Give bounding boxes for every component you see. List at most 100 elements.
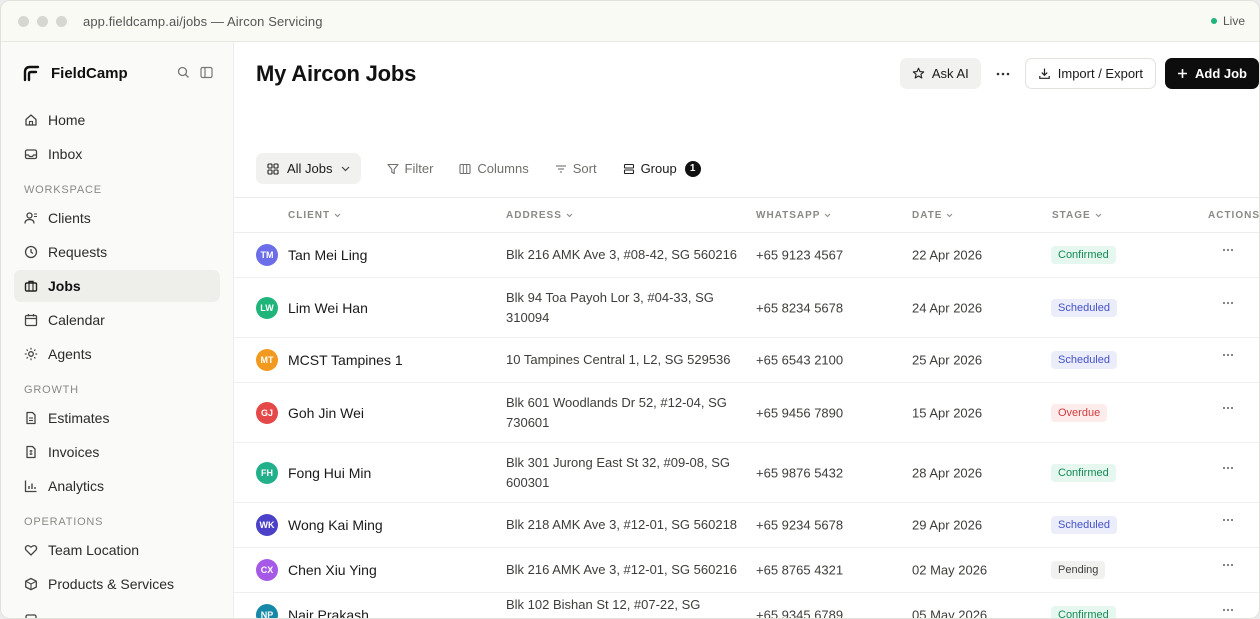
whatsapp-cell[interactable]: +65 9123 4567 xyxy=(756,248,843,263)
heart-icon xyxy=(24,543,38,557)
whatsapp-cell[interactable]: +65 6543 2100 xyxy=(756,353,843,368)
sidebar-item-calendar[interactable]: Calendar xyxy=(14,304,220,336)
box-icon xyxy=(24,577,38,591)
row-actions-button[interactable] xyxy=(1222,397,1234,415)
more-horizontal-icon xyxy=(1222,608,1234,612)
page-title: My Aircon Jobs xyxy=(256,61,417,86)
sidebar-item-jobs[interactable]: Jobs xyxy=(14,270,220,302)
sidebar-toggle-icon[interactable] xyxy=(200,66,213,79)
import-export-button[interactable]: Import / Export xyxy=(1024,58,1156,89)
sidebar-item-label: Inbox xyxy=(48,146,83,162)
sidebar-item-label: Clients xyxy=(48,210,91,226)
client-name[interactable]: Tan Mei Ling xyxy=(288,247,367,263)
sidebar-item-products-services[interactable]: Products & Services xyxy=(14,568,220,600)
avatar: FH xyxy=(256,461,278,484)
table-row[interactable]: TM Tan Mei Ling Blk 216 AMK Ave 3, #08-42,… xyxy=(234,233,1259,278)
ask-ai-button[interactable]: Ask AI xyxy=(899,58,981,89)
whatsapp-cell[interactable]: +65 9345 6789 xyxy=(756,608,843,619)
column-header-date[interactable]: DATE xyxy=(912,210,953,221)
more-horizontal-icon xyxy=(1222,353,1234,357)
add-job-label: Add Job xyxy=(1195,66,1247,81)
sidebar-item-partial[interactable] xyxy=(14,604,220,618)
row-actions-button[interactable] xyxy=(1222,239,1234,257)
columns-button[interactable]: Columns xyxy=(459,161,529,176)
sidebar-item-team-location[interactable]: Team Location xyxy=(14,534,220,566)
sidebar-item-estimates[interactable]: Estimates xyxy=(14,402,220,434)
client-name[interactable]: MCST Tampines 1 xyxy=(288,352,403,368)
sidebar-item-label: Estimates xyxy=(48,410,110,426)
row-actions-button[interactable] xyxy=(1222,554,1234,572)
whatsapp-cell[interactable]: +65 9876 5432 xyxy=(756,465,843,480)
sort-button[interactable]: Sort xyxy=(555,161,597,176)
row-actions-button[interactable] xyxy=(1222,457,1234,475)
maximize-window-button[interactable] xyxy=(56,15,67,27)
group-icon xyxy=(623,163,634,174)
whatsapp-cell[interactable]: +65 8765 4321 xyxy=(756,563,843,578)
minimize-window-button[interactable] xyxy=(37,15,48,27)
sidebar-item-invoices[interactable]: Invoices xyxy=(14,436,220,468)
client-name[interactable]: Lim Wei Han xyxy=(288,300,368,316)
chevron-down-icon xyxy=(947,213,953,218)
client-name[interactable]: Fong Hui Min xyxy=(288,465,371,481)
avatar: MT xyxy=(256,349,278,371)
sidebar-item-clients[interactable]: Clients xyxy=(14,202,220,234)
row-actions-button[interactable] xyxy=(1222,509,1234,527)
sidebar-item-home[interactable]: Home xyxy=(14,104,220,136)
table-row[interactable]: LW Lim Wei Han Blk 94 Toa Payoh Lor 3, #04… xyxy=(234,278,1259,338)
table-row[interactable]: WK Wong Kai Ming Blk 218 AMK Ave 3, #12-01… xyxy=(234,503,1259,548)
status-badge: Scheduled xyxy=(1051,351,1117,369)
client-name[interactable]: Wong Kai Ming xyxy=(288,517,383,533)
all-jobs-view-select[interactable]: All Jobs xyxy=(256,153,361,184)
address-cell: 10 Tampines Central 1, L2, SG 529536 xyxy=(506,352,731,367)
live-dot-icon xyxy=(1210,18,1217,24)
whatsapp-cell[interactable]: +65 9234 5678 xyxy=(756,518,843,533)
whatsapp-cell[interactable]: +65 9456 7890 xyxy=(756,405,843,420)
column-header-stage[interactable]: STAGE xyxy=(1052,210,1102,221)
sidebar-item-label: Calendar xyxy=(48,312,105,328)
group-button[interactable]: Group 1 xyxy=(623,160,701,177)
filter-button[interactable]: Filter xyxy=(386,161,433,176)
live-status: Live xyxy=(1210,14,1245,28)
date-cell: 28 Apr 2026 xyxy=(912,465,983,480)
close-window-button[interactable] xyxy=(18,15,29,27)
table-row[interactable]: GJ Goh Jin Wei Blk 601 Woodlands Dr 52, #1… xyxy=(234,383,1259,443)
table-row[interactable]: CX Chen Xiu Ying Blk 216 AMK Ave 3, #12-01… xyxy=(234,548,1259,593)
address-bar[interactable]: app.fieldcamp.ai/jobs — Aircon Servicing xyxy=(83,14,323,29)
column-header-address[interactable]: ADDRESS xyxy=(506,210,573,221)
sidebar-item-agents[interactable]: Agents xyxy=(14,338,220,370)
table-row[interactable]: MT MCST Tampines 1 10 Tampines Central 1, … xyxy=(234,338,1259,383)
sidebar-tools xyxy=(177,66,213,79)
sidebar-item-inbox[interactable]: Inbox xyxy=(14,138,220,170)
more-horizontal-icon xyxy=(1222,406,1234,409)
client-name[interactable]: Goh Jin Wei xyxy=(288,405,364,421)
client-name[interactable]: Chen Xiu Ying xyxy=(288,562,377,578)
stage-cell: Pending xyxy=(1051,561,1106,579)
stage-cell: Confirmed xyxy=(1051,246,1116,264)
stage-cell: Confirmed xyxy=(1051,463,1116,482)
avatar: CX xyxy=(256,559,278,581)
table-row[interactable]: FH Fong Hui Min Blk 301 Jurong East St 32,… xyxy=(234,443,1259,503)
table-row[interactable]: NP Nair Prakash Blk 102 Bishan St 12, #07-… xyxy=(234,593,1259,619)
status-badge: Confirmed xyxy=(1051,246,1116,264)
sidebar-item-requests[interactable]: Requests xyxy=(14,236,220,268)
whatsapp-cell[interactable]: +65 8234 5678 xyxy=(756,300,843,315)
sidebar: FieldCamp Home Inbox WORKSPACE Clients R… xyxy=(1,42,234,618)
column-header-client[interactable]: CLIENT xyxy=(288,210,341,221)
table-header: CLIENT ADDRESS WHATSAPP DATE STAGE ACTIO… xyxy=(234,197,1259,233)
sidebar-item-analytics[interactable]: Analytics xyxy=(14,470,220,502)
row-actions-button[interactable] xyxy=(1222,344,1234,362)
more-horizontal-icon xyxy=(1222,248,1234,252)
chevron-down-icon xyxy=(334,213,341,218)
avatar: NP xyxy=(256,604,278,618)
more-options-button[interactable] xyxy=(988,59,1018,89)
client-name[interactable]: Nair Prakash xyxy=(288,607,369,618)
add-job-button[interactable]: Add Job xyxy=(1165,58,1259,89)
column-header-whatsapp[interactable]: WHATSAPP xyxy=(756,210,831,221)
row-actions-button[interactable] xyxy=(1222,599,1234,617)
view-toolbar: All Jobs Filter Columns Sort Group 1 xyxy=(256,153,701,184)
search-icon[interactable] xyxy=(177,66,190,79)
status-badge: Confirmed xyxy=(1051,606,1116,618)
clients-icon xyxy=(24,211,38,225)
row-actions-button[interactable] xyxy=(1222,292,1234,310)
more-horizontal-icon xyxy=(1222,301,1234,304)
